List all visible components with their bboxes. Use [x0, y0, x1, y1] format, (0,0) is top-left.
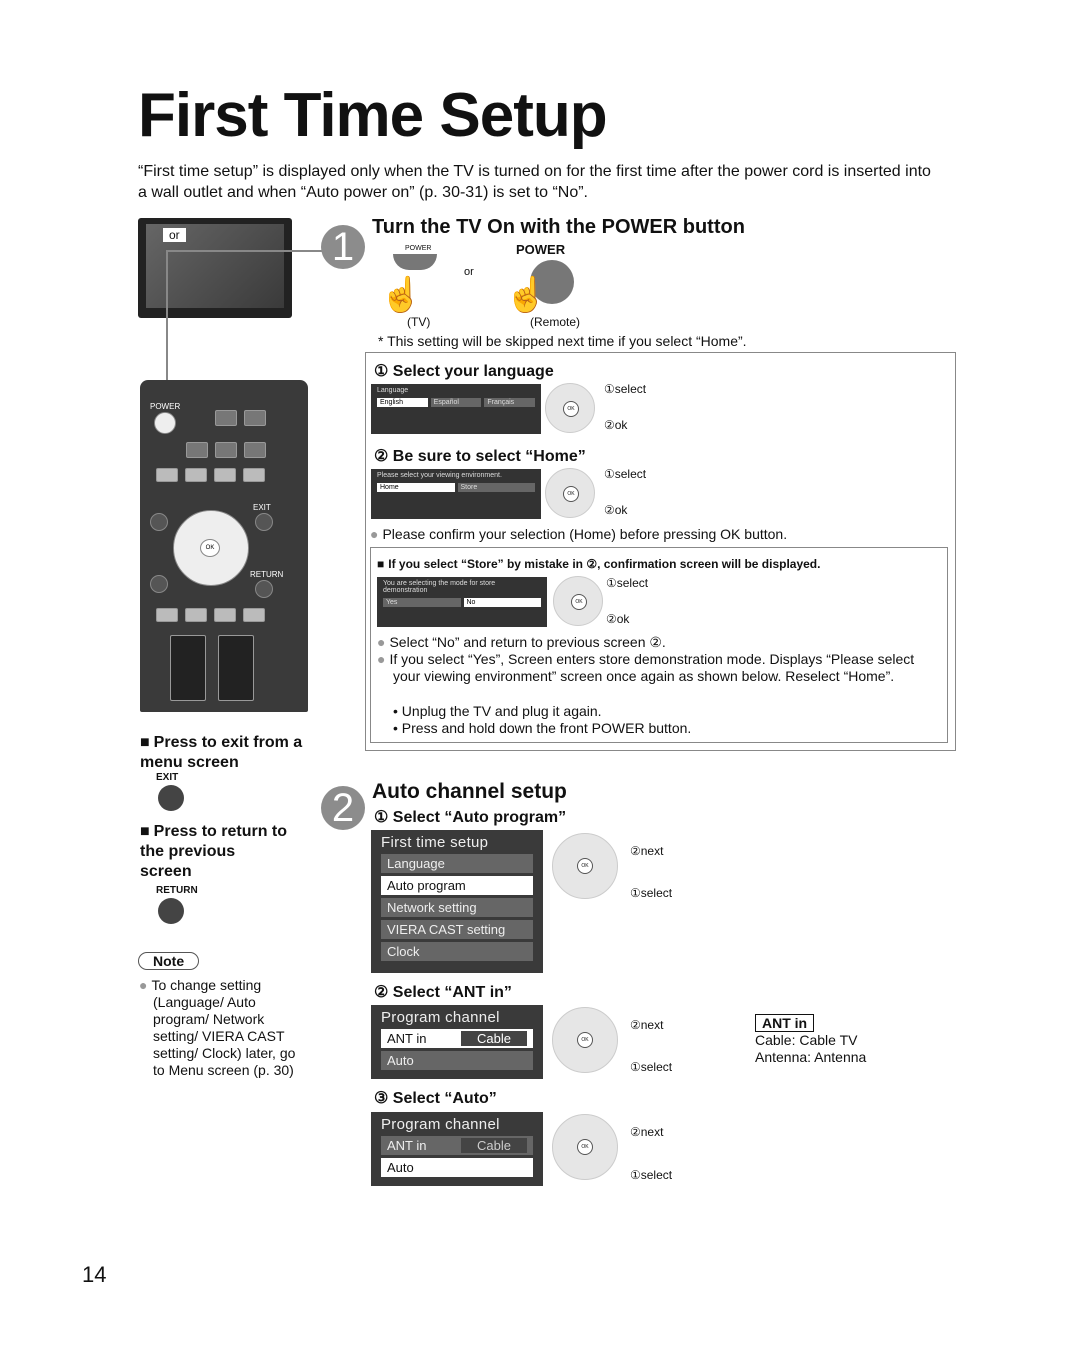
connector-line [166, 250, 326, 252]
ok-label: ②ok [604, 418, 628, 432]
next-label: ②next [630, 1018, 664, 1032]
exit-label: EXIT [156, 772, 179, 783]
ant-in-value[interactable]: Cable [461, 1138, 527, 1153]
ant-in-label: ANT in [387, 1031, 427, 1046]
remote-exit-label: EXIT [253, 503, 271, 512]
program-channel-menu-auto: Program channel ANT in Cable Auto [371, 1112, 543, 1186]
store-warning-heading: If you select “Store” by mistake in ②, c… [377, 557, 820, 571]
connector-line [166, 250, 168, 400]
note-text: To change setting (Language/ Auto progra… [139, 977, 304, 1079]
option-francais[interactable]: Français [484, 398, 536, 407]
next-label: ②next [630, 1125, 664, 1139]
store-sub-2: • Press and hold down the front POWER bu… [393, 720, 692, 736]
return-heading: Press to return to the previous screen [140, 822, 290, 882]
option-english[interactable]: English [377, 398, 428, 407]
page-title: First Time Setup [138, 81, 608, 150]
remote-ok: OK [200, 539, 220, 557]
menu-title: Program channel [381, 1009, 500, 1026]
screen-title: Please select your viewing environment. [377, 472, 502, 479]
tv-power-label: POWER [405, 245, 432, 252]
store-bullet-1: Select “No” and return to previous scree… [377, 634, 665, 651]
environment-screen: Please select your viewing environment. … [371, 469, 541, 519]
menu-item-auto-program[interactable]: Auto program [381, 876, 533, 895]
remote-caption: (Remote) [530, 315, 581, 329]
menu-item-auto[interactable]: Auto [381, 1158, 533, 1177]
select-label: ①select [630, 886, 673, 900]
menu-item-viera-cast-setting[interactable]: VIERA CAST setting [381, 920, 533, 939]
tv-power-button-icon [393, 254, 437, 270]
dial-icon: OK [553, 576, 603, 626]
menu-title: Program channel [381, 1116, 500, 1133]
ok-label: ②ok [604, 503, 628, 517]
exit-button-icon [158, 785, 184, 811]
option-no[interactable]: No [463, 598, 541, 607]
step-2-heading: Auto channel setup [372, 780, 567, 803]
dial-icon: OK [545, 468, 595, 518]
remote-power-label: POWER [516, 242, 566, 257]
select-auto-program-heading: ① Select “Auto program” [374, 809, 567, 826]
page-number: 14 [82, 1262, 107, 1287]
step-2-badge: 2 [321, 786, 365, 830]
option-yes[interactable]: Yes [383, 598, 461, 607]
return-label: RETURN [156, 885, 198, 896]
program-channel-menu: Program channel ANT in Cable Auto [371, 1005, 543, 1079]
select-label: ①select [630, 1168, 673, 1182]
remote-power-button [154, 412, 176, 434]
ant-in-label: ANT in [387, 1138, 427, 1153]
or-label: or [464, 266, 474, 278]
menu-item-clock[interactable]: Clock [381, 942, 533, 961]
ok-label: ②ok [606, 612, 630, 626]
menu-item-auto[interactable]: Auto [381, 1051, 533, 1070]
tv-or-label: or [163, 228, 186, 242]
dial-icon: OK [545, 383, 595, 433]
hand-pointer-icon: ☝ [380, 276, 423, 314]
dial-icon: OK [552, 1007, 618, 1073]
store-bullet-2: If you select “Yes”, Screen enters store… [377, 651, 942, 685]
remote-illustration: POWER EXIT OK RETURN [140, 380, 308, 712]
menu-item-network-setting[interactable]: Network setting [381, 898, 533, 917]
store-confirm-screen: You are selecting the mode for store dem… [377, 577, 547, 627]
select-home-heading: ② Be sure to select “Home” [374, 448, 586, 465]
dial-icon: OK [552, 833, 618, 899]
option-espanol[interactable]: Español [430, 398, 482, 407]
select-ant-in-heading: ② Select “ANT in” [374, 984, 512, 1001]
first-time-setup-menu: First time setup Language Auto program N… [371, 830, 543, 973]
menu-item-language[interactable]: Language [381, 854, 533, 873]
note-badge: Note [138, 952, 200, 970]
exit-heading: Press to exit from a menu screen [140, 733, 310, 773]
remote-power-label: POWER [150, 402, 181, 411]
ant-in-value[interactable]: Cable [461, 1031, 527, 1046]
option-home[interactable]: Home [377, 483, 455, 492]
select-label: ①select [630, 1060, 673, 1074]
dial-icon: OK [552, 1114, 618, 1180]
confirm-note: Please confirm your selection (Home) bef… [370, 526, 787, 543]
tv-illustration: or [138, 218, 292, 318]
skip-note: * This setting will be skipped next time… [378, 333, 747, 349]
step-1-badge: 1 [321, 225, 365, 269]
select-language-heading: ① Select your language [374, 363, 554, 380]
remote-return-label: RETURN [250, 570, 284, 579]
ant-in-cable: Cable: Cable TV [755, 1032, 858, 1048]
screen-title: Language [377, 387, 409, 394]
ant-in-legend-title: ANT in [755, 1014, 815, 1032]
hand-pointer-icon: ☝ [505, 276, 548, 314]
store-sub-1: • Unplug the TV and plug it again. [393, 703, 602, 719]
option-store[interactable]: Store [457, 483, 535, 492]
menu-title: First time setup [381, 834, 489, 851]
language-screen: Language English Español Français [371, 384, 541, 434]
tv-caption: (TV) [407, 315, 431, 329]
select-label: ①select [604, 467, 647, 481]
intro-text: “First time setup” is displayed only whe… [138, 163, 931, 201]
return-button-icon [158, 898, 184, 924]
next-label: ②next [630, 844, 664, 858]
select-label: ①select [604, 382, 647, 396]
step-1-heading: Turn the TV On with the POWER button [372, 216, 745, 238]
select-label: ①select [606, 576, 649, 590]
ant-in-antenna: Antenna: Antenna [755, 1049, 867, 1065]
screen-title: You are selecting the mode for store dem… [383, 580, 496, 594]
select-auto-heading: ③ Select “Auto” [374, 1090, 497, 1107]
